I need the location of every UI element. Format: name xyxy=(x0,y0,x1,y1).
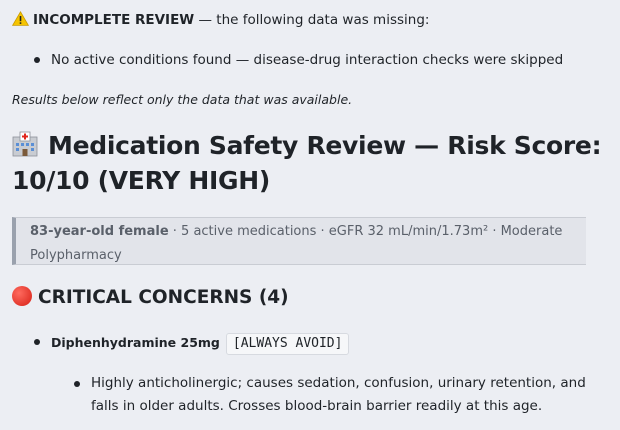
warning-icon xyxy=(11,11,30,26)
incomplete-review-warning: INCOMPLETE REVIEW — the following data w… xyxy=(11,11,430,29)
warning-label: INCOMPLETE REVIEW xyxy=(33,12,195,28)
critical-item-diphenhydramine: Diphenhydramine 25mg [ALWAYS AVOID] xyxy=(33,333,350,355)
missing-data-item: No active conditions found — disease-dru… xyxy=(33,52,564,68)
red-circle-icon xyxy=(12,286,32,306)
always-avoid-tag: [ALWAYS AVOID] xyxy=(225,333,350,355)
warning-text: — the following data was missing: xyxy=(194,12,430,28)
drug-name: Diphenhydramine 25mg xyxy=(51,335,220,350)
critical-concerns-title: CRITICAL CONCERNS (4) xyxy=(38,287,289,308)
critical-concerns-heading: CRITICAL CONCERNS (4) xyxy=(12,286,289,310)
page-title: Medication Safety Review — Risk Score: 1… xyxy=(12,128,602,198)
hospital-icon xyxy=(12,131,38,157)
page-title-text: Medication Safety Review — Risk Score: 1… xyxy=(12,131,602,195)
patient-summary: 83-year-old female · 5 active medication… xyxy=(12,217,586,265)
patient-demographics: 83-year-old female xyxy=(30,224,169,239)
drug-reason: Highly anticholinergic; causes sedation,… xyxy=(74,372,601,418)
results-note: Results below reflect only the data that… xyxy=(12,92,353,107)
